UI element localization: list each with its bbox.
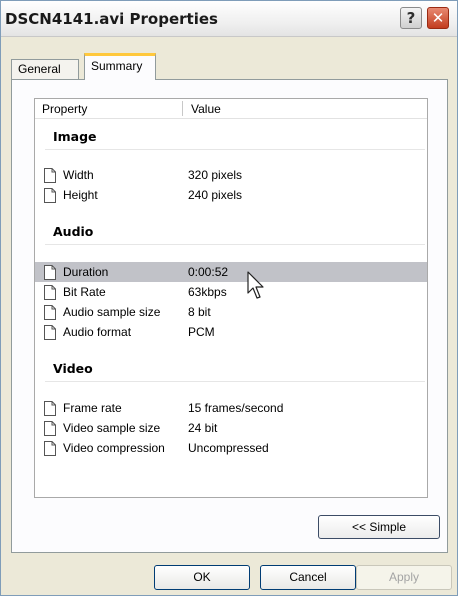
close-button[interactable]: ✕	[427, 7, 449, 29]
mouse-pointer-icon	[247, 271, 264, 299]
list-item[interactable]: Height 240 pixels	[35, 185, 427, 205]
properties-dialog: DSCN4141.avi Properties ? ✕ General Summ…	[0, 0, 458, 596]
document-icon	[44, 325, 56, 340]
list-item[interactable]: Video sample size 24 bit	[35, 418, 427, 438]
document-icon	[44, 441, 56, 456]
property-value: 0:00:52	[188, 265, 229, 279]
column-divider[interactable]	[182, 101, 183, 116]
close-icon: ✕	[431, 9, 445, 27]
summary-panel: Property Value Image Width 320 pixels He…	[11, 79, 448, 553]
property-value: 320 pixels	[188, 168, 243, 182]
document-icon	[44, 305, 56, 320]
document-icon	[44, 421, 56, 436]
list-item[interactable]: Audio sample size 8 bit	[35, 302, 427, 322]
property-name: Bit Rate	[63, 285, 106, 299]
list-item[interactable]: Width 320 pixels	[35, 165, 427, 185]
property-value: 24 bit	[188, 421, 218, 435]
window-title: DSCN4141.avi Properties	[5, 10, 218, 28]
help-icon: ?	[406, 9, 416, 27]
tab-summary[interactable]: Summary	[84, 53, 156, 80]
list-item[interactable]: Bit Rate 63kbps	[35, 282, 427, 302]
document-icon	[44, 265, 56, 280]
list-item-selected[interactable]: Duration 0:00:52	[35, 262, 427, 282]
section-image: Image	[53, 129, 97, 144]
property-name: Audio format	[63, 325, 132, 339]
list-item[interactable]: Frame rate 15 frames/second	[35, 398, 427, 418]
section-divider	[45, 244, 425, 245]
title-bar[interactable]: DSCN4141.avi Properties ? ✕	[1, 1, 457, 37]
document-icon	[44, 401, 56, 416]
apply-button[interactable]: Apply	[356, 565, 452, 590]
properties-list[interactable]: Property Value Image Width 320 pixels He…	[34, 98, 428, 498]
column-header-property[interactable]: Property	[42, 102, 87, 116]
section-divider	[45, 149, 425, 150]
help-button[interactable]: ?	[400, 7, 422, 29]
property-value: 8 bit	[188, 305, 211, 319]
list-item[interactable]: Video compression Uncompressed	[35, 438, 427, 458]
list-item[interactable]: Audio format PCM	[35, 322, 427, 342]
simple-view-button[interactable]: << Simple	[318, 515, 440, 539]
property-name: Video compression	[63, 441, 165, 455]
property-name: Frame rate	[63, 401, 122, 415]
property-value: 63kbps	[188, 285, 227, 299]
column-header-value[interactable]: Value	[191, 102, 221, 116]
document-icon	[44, 285, 56, 300]
section-divider	[45, 381, 425, 382]
section-video: Video	[53, 361, 93, 376]
tab-general[interactable]: General	[11, 59, 79, 79]
ok-button[interactable]: OK	[154, 565, 250, 590]
property-value: 15 frames/second	[188, 401, 284, 415]
property-name: Video sample size	[63, 421, 161, 435]
list-header: Property Value	[35, 99, 427, 119]
property-name: Duration	[63, 265, 109, 279]
property-value: 240 pixels	[188, 188, 243, 202]
document-icon	[44, 168, 56, 183]
cancel-button[interactable]: Cancel	[260, 565, 356, 590]
property-name: Height	[63, 188, 98, 202]
property-name: Audio sample size	[63, 305, 161, 319]
section-audio: Audio	[53, 224, 94, 239]
property-name: Width	[63, 168, 94, 182]
property-value: Uncompressed	[188, 441, 269, 455]
document-icon	[44, 188, 56, 203]
property-value: PCM	[188, 325, 215, 339]
